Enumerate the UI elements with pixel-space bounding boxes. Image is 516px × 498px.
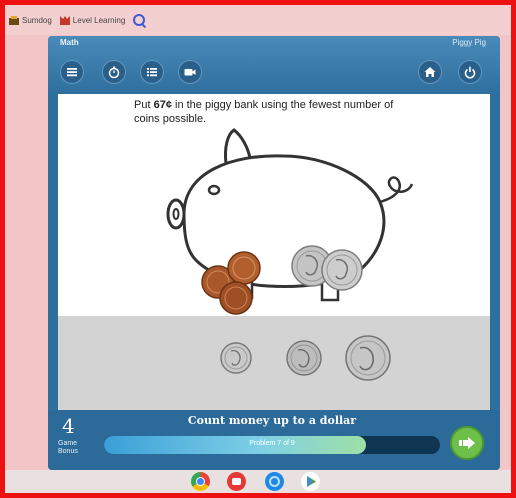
list-button[interactable]: [140, 60, 164, 84]
stopwatch-icon: [108, 66, 120, 79]
piggy-snout: [166, 198, 186, 230]
penny-coin-icon[interactable]: [227, 251, 261, 285]
play-store-icon[interactable]: [301, 472, 320, 491]
timer-button[interactable]: [102, 60, 126, 84]
level-learning-icon: [59, 15, 70, 25]
chrome-icon-center: [196, 477, 205, 486]
bookmark-sumdog[interactable]: Sumdog: [9, 15, 52, 25]
arrow-right-icon: [459, 437, 475, 449]
play-store-glyph: [307, 476, 316, 487]
video-button[interactable]: [178, 60, 202, 84]
quarter-coin-icon[interactable]: [345, 335, 391, 381]
screencast-icon-glyph: [232, 478, 241, 485]
power-button[interactable]: [458, 60, 482, 84]
problem-progress-bar: Problem 7 of 9: [104, 436, 440, 454]
bookmark-sumdog-label: Sumdog: [22, 15, 52, 25]
piggy-tail: [379, 176, 414, 204]
app-user-name: Piggy Pig: [452, 38, 486, 47]
home-button[interactable]: [418, 60, 442, 84]
dime-coin-icon[interactable]: [220, 342, 252, 374]
progress-text: Problem 7 of 9: [249, 440, 295, 447]
video-camera-icon: [184, 69, 196, 76]
hamburger-menu-icon: [67, 68, 77, 77]
chrome-icon[interactable]: [191, 472, 210, 491]
files-icon[interactable]: [265, 472, 284, 491]
list-icon: [147, 68, 157, 77]
quarter-coin-icon[interactable]: [321, 249, 363, 291]
game-bonus-value: 4: [62, 414, 75, 438]
coin-tray-coins: [220, 335, 391, 381]
coin-tray: [58, 316, 490, 410]
power-icon: [464, 66, 476, 79]
piggy-bank-illustration[interactable]: [58, 94, 490, 316]
screencast-icon[interactable]: [227, 472, 246, 491]
files-icon-glyph: [269, 476, 280, 487]
bookmarks-bar: Sumdog Level Learning: [5, 5, 511, 35]
penny-coin-icon[interactable]: [219, 281, 253, 315]
next-button[interactable]: [450, 426, 484, 460]
search-icon[interactable]: [133, 14, 146, 26]
bookmark-level-learning[interactable]: Level Learning: [59, 15, 126, 25]
nickel-coin-icon[interactable]: [286, 340, 322, 376]
game-bonus-label: Game Bonus: [58, 440, 78, 455]
os-taskbar: [5, 470, 511, 493]
app-title: Math: [60, 38, 79, 47]
app-toolbar: Math Piggy Pig: [48, 36, 500, 94]
question-panel: Put 67¢ in the piggy bank using the fewe…: [58, 94, 490, 316]
bookmark-level-learning-label: Level Learning: [72, 15, 126, 25]
game-status-bar: 4 Game Bonus Count money up to a dollar …: [48, 410, 500, 470]
topic-title: Count money up to a dollar: [187, 414, 357, 427]
home-icon: [424, 67, 436, 77]
sumdog-icon: [9, 15, 19, 25]
piggy-eye: [207, 184, 221, 196]
sumdog-app-window: Math Piggy Pig Put 67¢ in the piggy bank…: [48, 36, 500, 470]
menu-button[interactable]: [60, 60, 84, 84]
